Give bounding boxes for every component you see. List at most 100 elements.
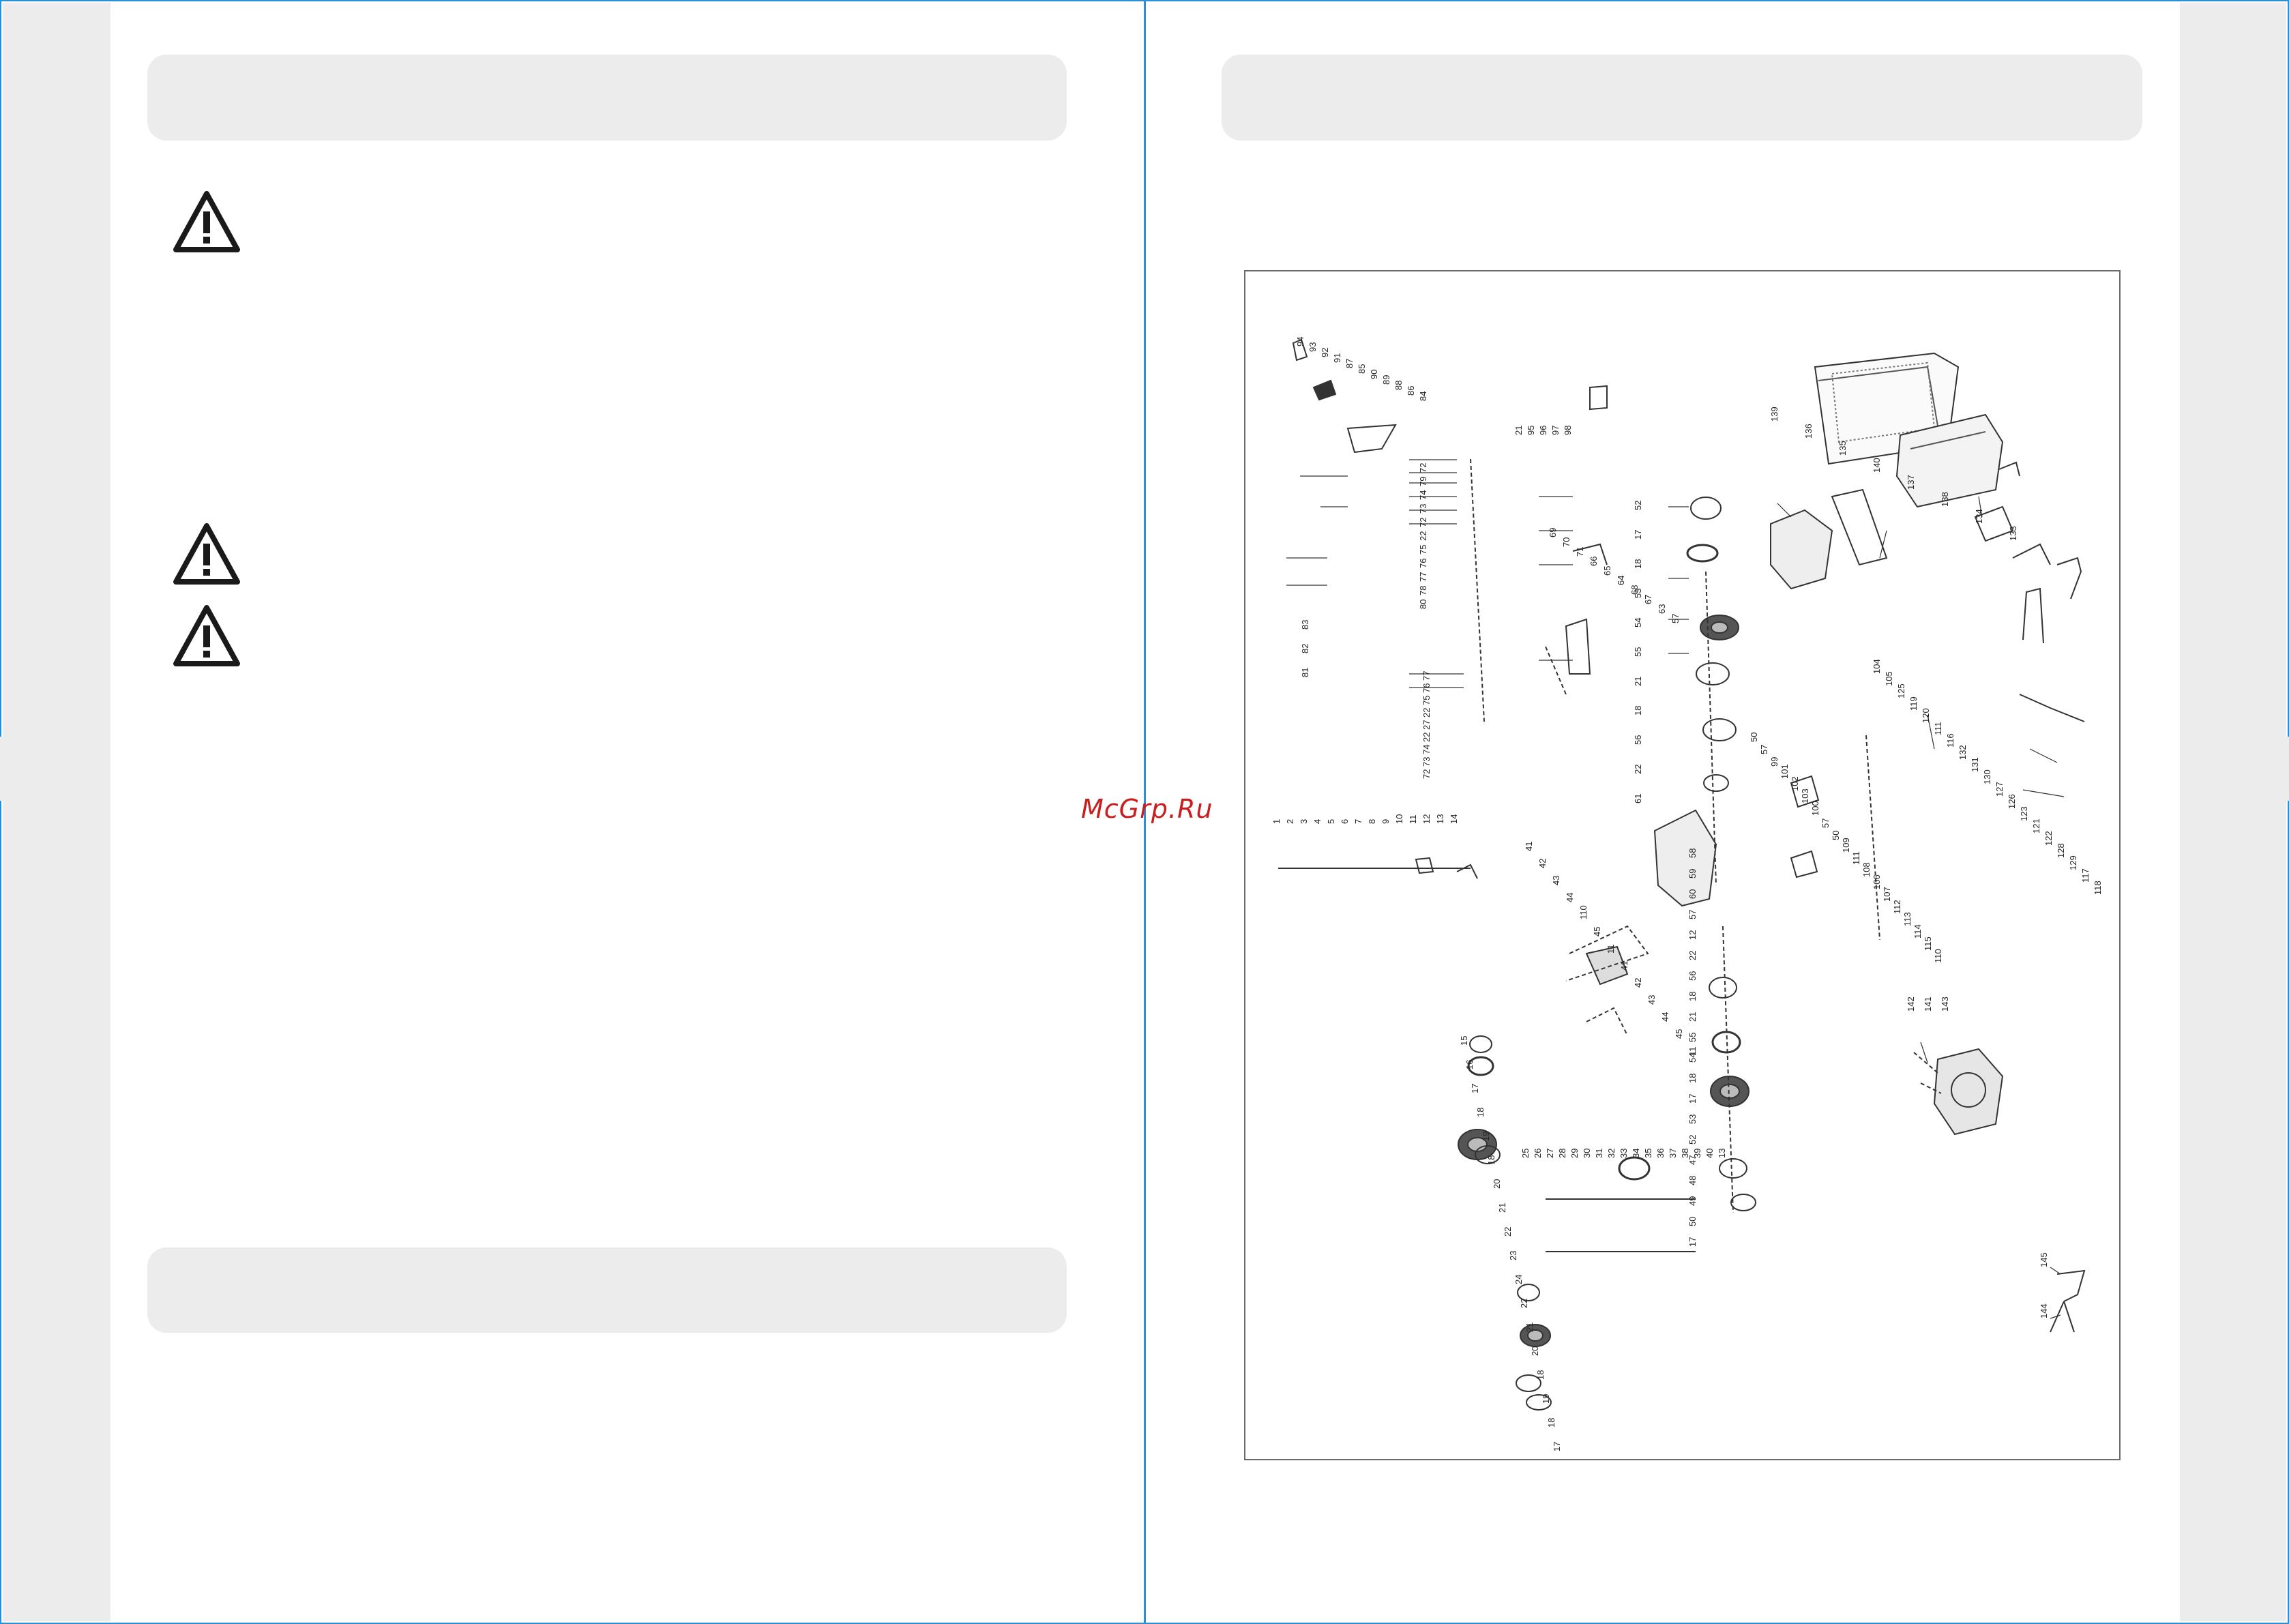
- part-number-label: 57: [1687, 910, 1698, 919]
- part-number-label: 18: [1687, 992, 1698, 1001]
- part-number-label: 56: [1687, 971, 1698, 981]
- part-number-label: 57: [1820, 818, 1831, 828]
- right-page-header-bar: [1222, 55, 2142, 141]
- part-number-label: 41: [1524, 842, 1534, 851]
- watermark-text: McGrp.Ru: [1081, 794, 1213, 824]
- part-number-label: 85: [1357, 364, 1367, 374]
- part-number-label: 18: [1687, 1074, 1698, 1083]
- part-number-label: 95: [1526, 426, 1536, 435]
- part-number-label: 114: [1913, 924, 1923, 939]
- part-number-label: 44: [1565, 893, 1575, 902]
- part-number-label: 22: [1421, 708, 1432, 718]
- right-margin-strip: [2180, 3, 2286, 1621]
- part-number-label: 63: [1657, 604, 1667, 614]
- part-number-label: 45: [1592, 927, 1602, 936]
- part-number-label: 11: [1606, 945, 1616, 954]
- part-number-label: 89: [1381, 375, 1391, 385]
- part-number-label: 6: [1340, 819, 1350, 824]
- part-number-label: 13: [1435, 814, 1445, 824]
- part-number-label: 22: [1503, 1227, 1513, 1237]
- part-number-label: 123: [2019, 806, 2029, 821]
- part-number-label: 106: [1872, 874, 1882, 889]
- part-number-label: 34: [1631, 1149, 1641, 1158]
- part-number-label: 104: [1872, 659, 1882, 674]
- part-number-label: 33: [1619, 1149, 1629, 1158]
- part-number-label: 134: [1974, 509, 1984, 524]
- part-number-label: 22: [1633, 765, 1643, 774]
- part-number-label: 24: [1513, 1275, 1524, 1284]
- part-number-label: 74: [1421, 745, 1432, 754]
- part-number-label: 21: [1497, 1203, 1507, 1213]
- part-number-label: 22: [1687, 951, 1698, 960]
- part-number-label: 50: [1687, 1217, 1698, 1226]
- part-number-label: 21: [1524, 1323, 1535, 1332]
- part-number-label: 101: [1779, 764, 1790, 779]
- part-number-label: 75: [1418, 545, 1428, 555]
- left-page-tab: [0, 737, 95, 801]
- part-number-label: 122: [2043, 831, 2054, 846]
- part-number-label: 93: [1308, 342, 1318, 352]
- part-number-label: 17: [1687, 1237, 1698, 1247]
- part-number-label: 10: [1394, 814, 1404, 824]
- part-number-label: 91: [1332, 353, 1342, 363]
- part-number-label: 20: [1492, 1179, 1502, 1189]
- part-number-label: 139: [1769, 407, 1779, 422]
- part-number-label: 55: [1687, 1033, 1698, 1042]
- left-page-header-bar: [147, 55, 1067, 141]
- part-number-label: 111: [1851, 851, 1861, 865]
- exploded-parts-diagram: 94 93 92 91 87 85 90 89 88 86 84 72 79 74 73 72 22 75 76 77…: [1244, 270, 2121, 1460]
- part-number-label: 81: [1300, 668, 1310, 677]
- part-number-label: 9: [1380, 819, 1391, 824]
- part-number-label: 128: [2056, 843, 2066, 858]
- part-number-label: 98: [1563, 426, 1573, 435]
- part-number-label: 108: [1861, 862, 1872, 877]
- part-number-label: 56: [1633, 735, 1643, 745]
- part-number-label: 94: [1295, 337, 1305, 346]
- part-number-label: 88: [1393, 381, 1404, 390]
- part-number-label: 41: [1619, 961, 1629, 971]
- part-number-label: 84: [1418, 392, 1428, 401]
- part-number-label: 77: [1421, 671, 1432, 681]
- part-number-label: 96: [1538, 426, 1548, 435]
- part-number-label: 49: [1687, 1196, 1698, 1206]
- part-number-label: 53: [1687, 1114, 1698, 1124]
- part-number-label: 40: [1704, 1149, 1715, 1158]
- part-number-label: 72: [1421, 769, 1432, 779]
- part-number-label: 57: [1670, 614, 1681, 623]
- part-number-label: 18: [1633, 559, 1643, 569]
- part-number-label: 54: [1633, 618, 1643, 628]
- part-number-label: 132: [1958, 745, 1968, 760]
- part-number-label: 102: [1790, 776, 1800, 791]
- part-number-label: 140: [1872, 458, 1882, 473]
- part-number-label: 3: [1299, 819, 1309, 824]
- part-number-label: 22: [1418, 531, 1428, 541]
- part-number-label: 57: [1759, 745, 1769, 754]
- part-number-label: 21: [1513, 426, 1524, 435]
- part-number-label: 22: [1519, 1299, 1529, 1308]
- part-number-label: 50: [1831, 831, 1841, 840]
- part-number-label: 8: [1367, 819, 1377, 824]
- part-number-label: 143: [1940, 996, 1950, 1012]
- right-page-tab: [2194, 737, 2289, 801]
- part-number-label: 69: [1548, 528, 1558, 537]
- part-number-label: 121: [2031, 818, 2041, 833]
- part-number-label: 4: [1312, 819, 1323, 824]
- part-number-label: 16: [1464, 1060, 1475, 1069]
- part-number-label: 107: [1882, 887, 1892, 902]
- part-number-label: 15: [1459, 1036, 1469, 1046]
- part-number-label: 11: [1408, 815, 1418, 825]
- parts-diagram-svg: 9493929187859089888684727974737222757677…: [1271, 337, 2103, 1451]
- part-number-label: 136: [1803, 424, 1814, 439]
- part-number-label: 87: [1344, 359, 1355, 368]
- part-number-label: 31: [1594, 1149, 1604, 1158]
- part-number-label: 58: [1687, 848, 1698, 858]
- part-number-label: 75: [1421, 696, 1432, 705]
- part-number-label: 21: [1633, 677, 1643, 686]
- part-number-label: 142: [1906, 996, 1916, 1012]
- part-number-label: 18: [1535, 1370, 1546, 1380]
- part-number-label: 111: [1933, 722, 1943, 735]
- part-number-label: 78: [1418, 586, 1428, 595]
- part-number-label: 45: [1674, 1029, 1684, 1039]
- part-number-label: 1: [1271, 819, 1282, 824]
- warning-triangle-icon: [173, 605, 240, 670]
